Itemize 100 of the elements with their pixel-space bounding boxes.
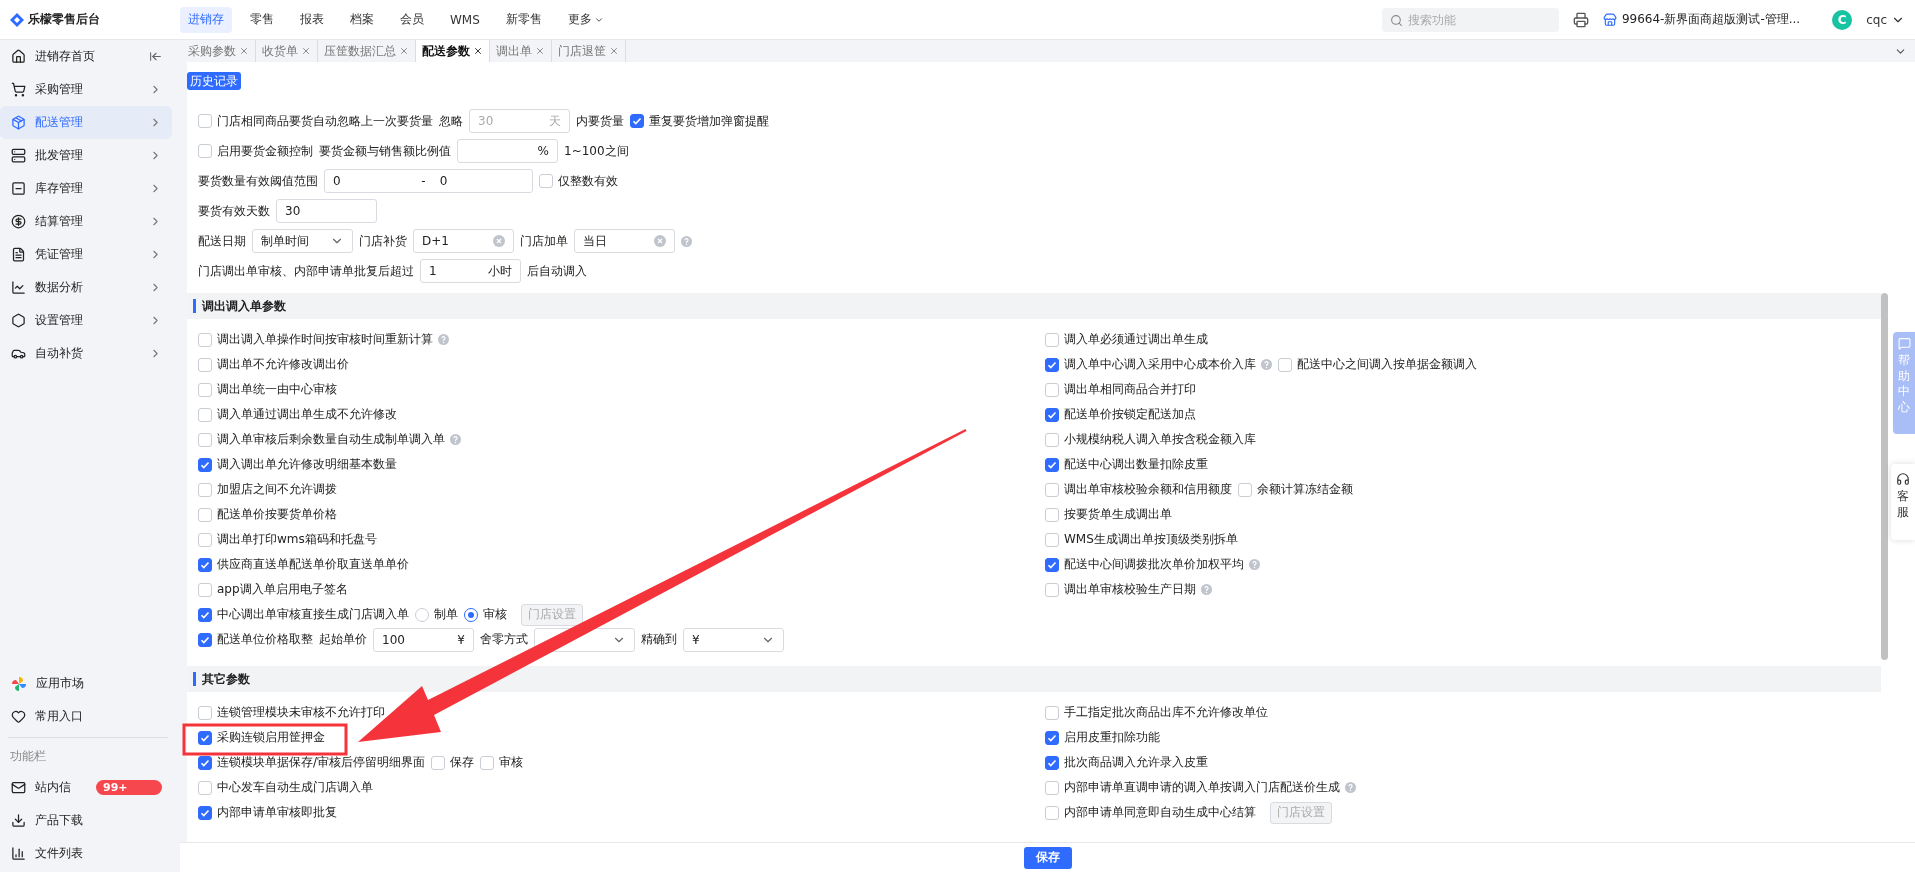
checkbox[interactable] bbox=[198, 780, 212, 795]
checkbox-label: 调入单中心调入采用中心成本价入库 bbox=[1064, 356, 1256, 373]
nav-tab[interactable]: 档案 bbox=[342, 6, 382, 33]
checkbox-label: 配送单价按要货单价格 bbox=[217, 506, 337, 523]
input-field[interactable]: 1 小时 bbox=[420, 259, 521, 283]
checkbox[interactable] bbox=[1238, 482, 1252, 497]
checkbox[interactable] bbox=[198, 632, 212, 647]
nav-tab[interactable]: 新零售 bbox=[497, 6, 550, 33]
sidebar-item[interactable]: 库存管理 bbox=[0, 172, 172, 205]
input-field[interactable]: 30 bbox=[276, 199, 377, 223]
close-icon[interactable] bbox=[473, 46, 483, 56]
checkbox[interactable] bbox=[1045, 805, 1059, 820]
checkbox[interactable] bbox=[1045, 507, 1059, 522]
input-field[interactable]: % bbox=[457, 139, 558, 163]
sidebar-item[interactable]: 自动补货 bbox=[0, 337, 172, 370]
nav-tab[interactable]: 会员 bbox=[392, 6, 432, 33]
scrollbar-thumb[interactable] bbox=[1881, 293, 1888, 660]
checkbox[interactable] bbox=[480, 755, 495, 770]
sidebar-item[interactable]: 凭证管理 bbox=[0, 238, 172, 271]
radio-button[interactable] bbox=[464, 607, 478, 622]
radio-label: 制单 bbox=[434, 606, 458, 623]
sidebar-item[interactable]: 采购管理 bbox=[0, 73, 172, 106]
sidebar-item[interactable]: 数据分析 bbox=[0, 271, 172, 304]
sidebar-item[interactable]: 批发管理 bbox=[0, 139, 172, 172]
checkbox[interactable] bbox=[1045, 382, 1059, 397]
checkbox-label: 采购连锁启用筐押金 bbox=[217, 729, 325, 746]
nav-tab[interactable]: 零售 bbox=[242, 6, 282, 33]
checkbox-label: 配送中心间调拨批次单价加权平均 bbox=[1064, 556, 1244, 573]
checkbox[interactable] bbox=[198, 382, 212, 397]
sidebar-item[interactable]: 产品下载 bbox=[0, 804, 172, 837]
page-tab[interactable]: 配送参数 bbox=[416, 40, 490, 62]
sidebar-item[interactable]: 文件列表 bbox=[0, 837, 172, 870]
checkbox[interactable] bbox=[1045, 432, 1059, 447]
checkbox[interactable] bbox=[1045, 705, 1059, 720]
nav-tab[interactable]: 报表 bbox=[292, 6, 332, 33]
sidebar-item[interactable]: 进销存首页 bbox=[0, 40, 172, 73]
checkmark-icon bbox=[200, 459, 210, 470]
sidebar-item[interactable]: 站内信 99+ bbox=[0, 771, 172, 804]
checkbox[interactable] bbox=[1045, 582, 1059, 597]
input-field[interactable]: 100 ¥ bbox=[373, 627, 474, 652]
checkbox[interactable] bbox=[539, 174, 553, 188]
service-tab[interactable]: 客服 bbox=[1891, 464, 1915, 540]
checkbox[interactable] bbox=[1045, 755, 1059, 770]
save-button[interactable]: 保存 bbox=[1023, 846, 1072, 869]
store-name[interactable]: 99664-新界面商超版测试-管理... bbox=[1621, 11, 1801, 28]
select-field[interactable]: ¥ bbox=[683, 627, 784, 652]
checkbox[interactable] bbox=[1045, 457, 1059, 472]
checkbox[interactable] bbox=[198, 357, 212, 372]
checkmark-icon bbox=[200, 559, 210, 570]
checkbox[interactable] bbox=[198, 144, 212, 158]
history-button[interactable]: 历史记录 bbox=[187, 72, 241, 90]
nav-tab[interactable]: WMS bbox=[442, 6, 488, 33]
checkbox-label: 重复要货增加弹窗提醒 bbox=[649, 112, 769, 130]
checkbox[interactable] bbox=[198, 582, 212, 597]
checkbox-label: 门店相同商品要货自动忽略上一次要货量 bbox=[217, 112, 433, 130]
checkbox[interactable] bbox=[198, 457, 212, 472]
checkbox-label: 按要货单生成调出单 bbox=[1064, 506, 1172, 523]
checkbox[interactable] bbox=[1045, 532, 1059, 547]
checkbox[interactable] bbox=[198, 557, 212, 572]
checkbox[interactable] bbox=[198, 332, 212, 347]
checkbox[interactable] bbox=[1045, 730, 1059, 745]
sidebar-item[interactable]: 常用入口 bbox=[0, 700, 172, 733]
select-field[interactable]: D+1 bbox=[413, 229, 514, 253]
checkbox[interactable] bbox=[198, 114, 212, 128]
checkbox[interactable] bbox=[198, 730, 212, 745]
checkbox[interactable] bbox=[1045, 357, 1059, 372]
checkbox[interactable] bbox=[198, 532, 212, 547]
checkbox[interactable] bbox=[198, 805, 212, 820]
user-name[interactable]: cqc bbox=[1866, 12, 1905, 27]
collapse-icon[interactable] bbox=[149, 50, 162, 63]
checkbox[interactable] bbox=[1045, 482, 1059, 497]
select-field[interactable]: 制单时间 bbox=[252, 229, 353, 253]
clear-icon[interactable] bbox=[493, 235, 505, 247]
checkbox[interactable] bbox=[198, 407, 212, 422]
sidebar-item[interactable]: 设置管理 bbox=[0, 304, 172, 337]
clear-icon[interactable] bbox=[654, 235, 666, 247]
checkbox[interactable] bbox=[1045, 407, 1059, 422]
sidebar-item[interactable]: 配送管理 bbox=[0, 106, 172, 139]
field-label: 后自动调入 bbox=[527, 262, 587, 280]
radio-button[interactable] bbox=[415, 607, 429, 622]
more-menu[interactable]: 更多 bbox=[559, 6, 612, 33]
select-field[interactable]: 当日 bbox=[574, 229, 675, 253]
printer-icon[interactable] bbox=[1572, 11, 1589, 28]
checkbox[interactable] bbox=[630, 114, 644, 128]
range-field[interactable]: 0 - 0 bbox=[324, 169, 533, 193]
checkbox-label: 余额计算冻结金额 bbox=[1257, 481, 1353, 498]
checkbox[interactable] bbox=[1045, 780, 1059, 795]
search-field[interactable]: 搜索功能 bbox=[1381, 7, 1559, 32]
checkbox[interactable] bbox=[198, 705, 212, 720]
nav-tab[interactable]: 进销存 bbox=[180, 6, 232, 33]
checkbox[interactable] bbox=[198, 607, 212, 622]
sidebar-item[interactable]: 结算管理 bbox=[0, 205, 172, 238]
checkbox[interactable] bbox=[1278, 357, 1292, 372]
checkbox[interactable] bbox=[198, 507, 212, 522]
checkbox[interactable] bbox=[1045, 332, 1059, 347]
checkbox[interactable] bbox=[198, 432, 212, 447]
checkbox[interactable] bbox=[1045, 557, 1059, 572]
checkbox[interactable] bbox=[198, 482, 212, 497]
checkbox[interactable] bbox=[431, 755, 446, 770]
sidebar-item[interactable]: 应用市场 bbox=[0, 667, 172, 700]
